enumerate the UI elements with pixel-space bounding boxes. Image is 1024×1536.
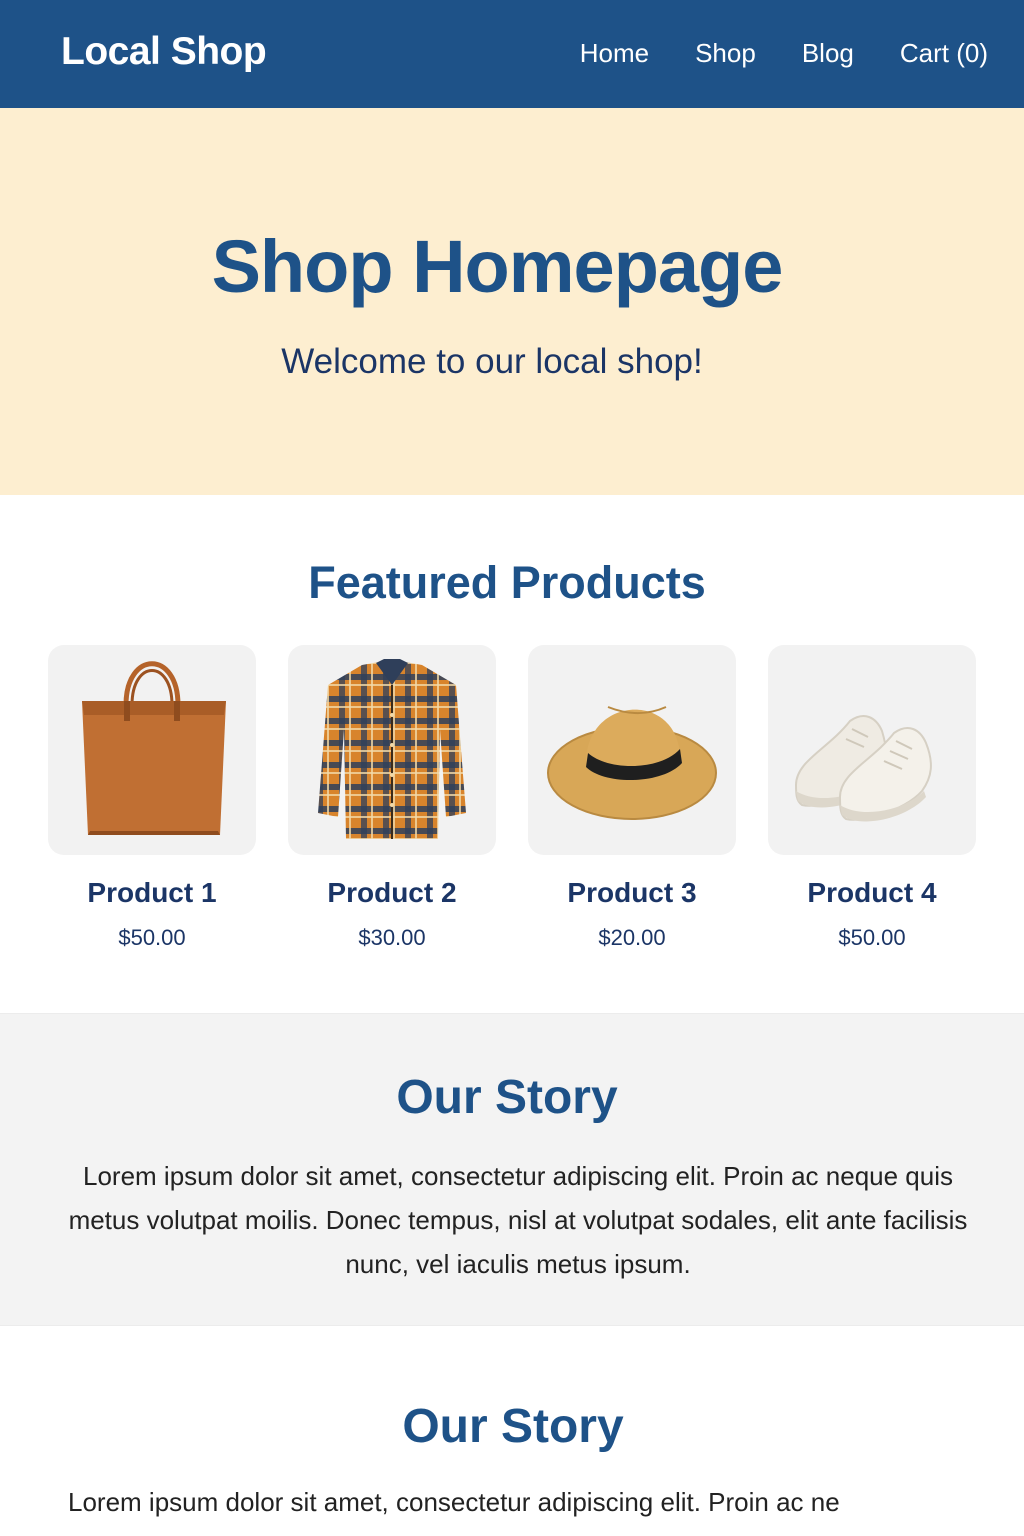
nav-link-shop[interactable]: Shop: [695, 38, 756, 69]
product-price: $20.00: [598, 925, 666, 950]
product-card[interactable]: Product 2 $30.00: [288, 645, 496, 950]
hero-subtitle: Welcome to our local shop!: [281, 342, 703, 381]
product-image-straw-hat[interactable]: [528, 645, 736, 855]
product-name[interactable]: Product 4: [748, 877, 996, 909]
top-navbar: Local Shop Home Shop Blog Cart (0): [0, 0, 1024, 108]
product-card[interactable]: Product 1 $50.00: [48, 645, 256, 950]
our-story-section-repeat: Our Story Lorem ipsum dolor sit amet, co…: [0, 1326, 1024, 1536]
product-card[interactable]: Product 3 $20.00: [528, 645, 736, 950]
our-story-text: Lorem ipsum dolor sit amet, consectetur …: [68, 1487, 840, 1517]
tote-bag-icon: [82, 661, 226, 835]
product-name[interactable]: Product 3: [508, 877, 756, 909]
straw-hat-icon: [547, 706, 717, 820]
nav-links: Home Shop Blog Cart (0): [580, 38, 988, 69]
nav-link-blog[interactable]: Blog: [802, 38, 854, 69]
product-price: $30.00: [358, 925, 426, 950]
hero-banner: Shop Homepage Welcome to our local shop!: [0, 108, 1024, 495]
plaid-shirt-icon: [318, 659, 466, 839]
brand-logo[interactable]: Local Shop: [61, 30, 267, 74]
product-grid: Product 1 $50.00 Product 2 $30.00 Produc…: [48, 645, 976, 965]
nav-link-home[interactable]: Home: [580, 38, 649, 69]
featured-products-section: Featured Products Product 1 $50.00 Produ…: [0, 495, 1024, 1013]
product-price: $50.00: [838, 925, 906, 950]
product-price: $50.00: [118, 925, 186, 950]
product-name[interactable]: Product 2: [268, 877, 516, 909]
our-story-title: Our Story: [402, 1400, 624, 1453]
nav-link-cart[interactable]: Cart (0): [900, 38, 988, 69]
product-card[interactable]: Product 4 $50.00: [768, 645, 976, 950]
our-story-section: Our Story Lorem ipsum dolor sit amet, co…: [0, 1013, 1024, 1326]
featured-products-title: Featured Products: [308, 557, 706, 608]
our-story-title: Our Story: [396, 1071, 618, 1124]
hero-title: Shop Homepage: [211, 225, 784, 308]
product-name[interactable]: Product 1: [28, 877, 276, 909]
our-story-text: Lorem ipsum dolor sit amet, consectetur …: [68, 1161, 968, 1279]
product-image-sneakers[interactable]: [768, 645, 976, 855]
product-image-tote-bag[interactable]: [48, 645, 256, 855]
sneakers-icon: [794, 715, 932, 822]
product-image-flannel-shirt[interactable]: [288, 645, 496, 855]
